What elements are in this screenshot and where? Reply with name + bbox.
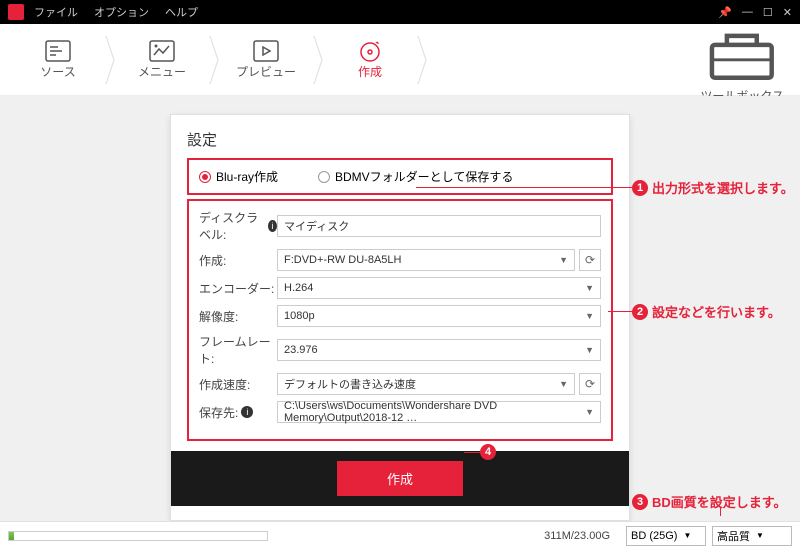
- info-icon[interactable]: i: [241, 406, 253, 418]
- radio-bdmv-folder[interactable]: BDMVフォルダーとして保存する: [318, 168, 513, 185]
- refresh-drive-button[interactable]: ⟳: [579, 249, 601, 271]
- select-write-speed[interactable]: デフォルトの書き込み速度▼: [277, 373, 575, 395]
- titlebar: ファイル オプション ヘルプ 📌 — ☐ ✕: [0, 0, 800, 24]
- annotation-2: 2設定などを行います。: [632, 302, 781, 321]
- menu-help[interactable]: ヘルプ: [165, 4, 198, 20]
- input-disclabel[interactable]: マイディスク: [277, 215, 601, 237]
- panel-title: 設定: [171, 115, 629, 158]
- toolbox-icon: [700, 15, 784, 87]
- tab-menu[interactable]: メニュー: [120, 24, 204, 96]
- refresh-speed-button[interactable]: ⟳: [579, 373, 601, 395]
- preview-icon: [252, 39, 280, 63]
- radio-bluray[interactable]: Blu-ray作成: [199, 168, 278, 185]
- tab-create[interactable]: 作成: [328, 24, 412, 96]
- radio-on-icon: [199, 171, 211, 183]
- select-resolution[interactable]: 1080p▼: [277, 305, 601, 327]
- menu-options[interactable]: オプション: [94, 4, 149, 20]
- tab-preview[interactable]: プレビュー: [224, 24, 308, 96]
- select-disc-type[interactable]: BD (25G)▼: [626, 526, 706, 546]
- annotation-4-line: [464, 452, 480, 453]
- disc-usage-bar: [8, 531, 268, 541]
- annotation-2-line: [608, 311, 632, 312]
- label-encoder: エンコーダー:: [199, 280, 277, 297]
- select-create-drive[interactable]: F:DVD+-RW DU-8A5LH▼: [277, 249, 575, 271]
- tab-source[interactable]: ソース: [16, 24, 100, 96]
- label-framerate: フレームレート:: [199, 333, 277, 367]
- label-resolution: 解像度:: [199, 308, 277, 325]
- info-icon[interactable]: i: [268, 220, 277, 232]
- annotation-3: 3BD画質を設定します。: [632, 492, 786, 511]
- label-speed: 作成速度:: [199, 376, 277, 393]
- label-disclabel: ディスクラベル:i: [199, 209, 277, 243]
- annotation-4: 4: [480, 444, 496, 460]
- output-format-row: Blu-ray作成 BDMVフォルダーとして保存する: [187, 158, 613, 195]
- tab-source-label: ソース: [40, 63, 75, 80]
- source-icon: [44, 39, 72, 63]
- create-bar: 作成: [171, 451, 629, 506]
- menu-icon: [148, 39, 176, 63]
- toolbox-button[interactable]: ツールボックス: [700, 15, 784, 104]
- label-dest: 保存先:i: [199, 404, 277, 421]
- tab-menu-label: メニュー: [138, 63, 186, 80]
- app-logo-icon: [8, 4, 24, 20]
- annotation-3-line: [720, 508, 721, 516]
- close-button[interactable]: ✕: [783, 6, 792, 19]
- label-create: 作成:: [199, 252, 277, 269]
- tab-create-label: 作成: [358, 63, 382, 80]
- radio-bdmv-label: BDMVフォルダーとして保存する: [335, 168, 513, 185]
- annotation-1-line: [416, 187, 632, 188]
- select-framerate[interactable]: 23.976▼: [277, 339, 601, 361]
- radio-off-icon: [318, 171, 330, 183]
- settings-panel: 設定 Blu-ray作成 BDMVフォルダーとして保存する ディスクラベル:i …: [170, 114, 630, 521]
- status-bar: 311M/23.00G BD (25G)▼ 高品質▼: [0, 521, 800, 549]
- tab-preview-label: プレビュー: [236, 63, 296, 80]
- select-destination[interactable]: C:\Users\ws\Documents\Wondershare DVD Me…: [277, 401, 601, 423]
- create-button[interactable]: 作成: [337, 461, 463, 496]
- settings-form: ディスクラベル:i マイディスク 作成: F:DVD+-RW DU-8A5LH▼…: [187, 199, 613, 441]
- radio-bluray-label: Blu-ray作成: [216, 168, 278, 185]
- disc-burn-icon: [356, 39, 384, 63]
- disc-usage-text: 311M/23.00G: [544, 530, 610, 542]
- tab-bar: ソース メニュー プレビュー 作成 ツールボックス: [0, 24, 800, 96]
- menu-file[interactable]: ファイル: [34, 4, 78, 20]
- select-quality[interactable]: 高品質▼: [712, 526, 792, 546]
- select-encoder[interactable]: H.264▼: [277, 277, 601, 299]
- annotation-1: 1出力形式を選択します。: [632, 178, 794, 197]
